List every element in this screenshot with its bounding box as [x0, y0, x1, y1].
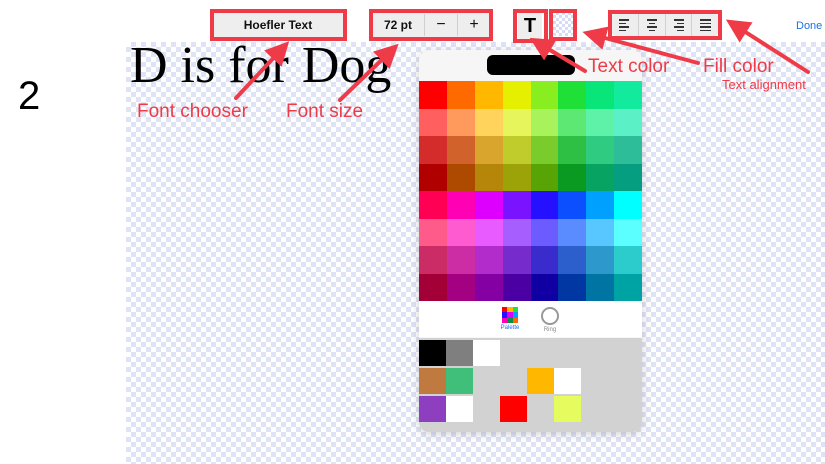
step-number: 2 [18, 74, 41, 118]
color-swatch[interactable] [474, 136, 503, 164]
color-swatch[interactable] [474, 163, 503, 191]
color-swatch[interactable] [446, 191, 475, 219]
annotation-font-chooser: Font chooser [137, 101, 248, 122]
color-swatch[interactable] [446, 136, 475, 164]
recent-color-swatch[interactable] [446, 340, 473, 366]
color-swatch[interactable] [586, 136, 615, 164]
color-swatch[interactable] [586, 246, 615, 274]
color-swatch[interactable] [446, 81, 475, 109]
color-swatch[interactable] [419, 108, 447, 136]
recent-color-swatch[interactable] [419, 368, 446, 394]
palette-grid-icon [502, 307, 518, 323]
color-swatch[interactable] [614, 273, 642, 301]
font-size-highlight [369, 9, 493, 41]
color-swatch[interactable] [502, 246, 531, 274]
tab-palette-label: Palette [500, 325, 520, 331]
color-swatch[interactable] [474, 108, 503, 136]
color-swatch[interactable] [502, 218, 531, 246]
recent-color-swatch[interactable] [554, 368, 581, 394]
color-swatch[interactable] [586, 108, 615, 136]
color-swatch[interactable] [502, 108, 531, 136]
annotation-fill-color: Fill color [703, 56, 774, 77]
color-swatch[interactable] [474, 246, 503, 274]
color-swatch[interactable] [446, 108, 475, 136]
color-swatch[interactable] [558, 191, 587, 219]
color-swatch[interactable] [446, 163, 475, 191]
color-swatch[interactable] [446, 246, 475, 274]
recent-color-swatch[interactable] [500, 396, 527, 422]
color-palette-grid [419, 81, 642, 301]
color-swatch[interactable] [530, 108, 559, 136]
color-swatch[interactable] [474, 191, 503, 219]
color-swatch[interactable] [614, 246, 642, 274]
color-swatch[interactable] [474, 81, 503, 109]
color-swatch[interactable] [419, 136, 447, 164]
tab-palette[interactable]: Palette [497, 307, 523, 331]
recent-color-swatch[interactable] [446, 396, 473, 422]
font-chooser-highlight [210, 9, 347, 41]
color-swatch[interactable] [530, 163, 559, 191]
color-swatch[interactable] [446, 218, 475, 246]
color-swatch[interactable] [586, 273, 615, 301]
tab-ring[interactable]: Ring [537, 307, 563, 333]
color-swatch[interactable] [419, 81, 447, 109]
current-color-preview [487, 55, 575, 75]
color-swatch[interactable] [530, 191, 559, 219]
color-swatch[interactable] [586, 218, 615, 246]
color-swatch[interactable] [502, 191, 531, 219]
ring-icon [541, 307, 559, 325]
tab-ring-label: Ring [543, 327, 557, 333]
document-text[interactable]: D is for Dog [130, 36, 391, 95]
color-swatch[interactable] [530, 81, 559, 109]
text-color-highlight [513, 9, 548, 43]
color-swatch[interactable] [530, 273, 559, 301]
color-swatch[interactable] [614, 191, 642, 219]
text-alignment-highlight [608, 10, 722, 40]
color-swatch[interactable] [586, 191, 615, 219]
color-swatch[interactable] [530, 218, 559, 246]
color-swatch[interactable] [502, 163, 531, 191]
color-swatch[interactable] [419, 163, 447, 191]
color-swatch[interactable] [502, 136, 531, 164]
recent-color-swatch[interactable] [554, 396, 581, 422]
color-swatch[interactable] [530, 136, 559, 164]
recent-color-swatch[interactable] [419, 396, 446, 422]
color-swatch[interactable] [614, 81, 642, 109]
color-swatch[interactable] [419, 191, 447, 219]
color-swatch[interactable] [446, 273, 475, 301]
color-swatch[interactable] [419, 246, 447, 274]
color-swatch[interactable] [419, 273, 447, 301]
recent-color-swatch[interactable] [446, 368, 473, 394]
color-swatch[interactable] [502, 81, 531, 109]
recent-color-swatch[interactable] [527, 368, 554, 394]
color-swatch[interactable] [586, 163, 615, 191]
color-swatch[interactable] [558, 273, 587, 301]
color-swatch[interactable] [419, 218, 447, 246]
color-swatch[interactable] [558, 108, 587, 136]
color-swatch[interactable] [614, 136, 642, 164]
fill-color-highlight [549, 9, 577, 41]
annotation-text-color: Text color [588, 56, 670, 77]
color-swatch[interactable] [474, 218, 503, 246]
color-swatch[interactable] [502, 273, 531, 301]
color-picker-popover: Palette Ring [419, 50, 642, 432]
color-swatch[interactable] [614, 218, 642, 246]
recent-color-swatch[interactable] [419, 340, 446, 366]
annotation-font-size: Font size [286, 101, 364, 122]
recent-colors [419, 338, 642, 432]
color-swatch[interactable] [530, 246, 559, 274]
color-swatch[interactable] [558, 81, 587, 109]
color-swatch[interactable] [614, 163, 642, 191]
color-picker-tabs: Palette Ring [419, 301, 642, 337]
color-swatch[interactable] [558, 163, 587, 191]
color-swatch[interactable] [558, 218, 587, 246]
color-swatch[interactable] [558, 246, 587, 274]
annotation-text-alignment: Text alignment [722, 77, 806, 92]
done-button[interactable]: Done [796, 20, 822, 32]
recent-color-swatch[interactable] [473, 340, 500, 366]
color-swatch[interactable] [614, 108, 642, 136]
color-swatch[interactable] [474, 273, 503, 301]
color-swatch[interactable] [558, 136, 587, 164]
color-swatch[interactable] [586, 81, 615, 109]
